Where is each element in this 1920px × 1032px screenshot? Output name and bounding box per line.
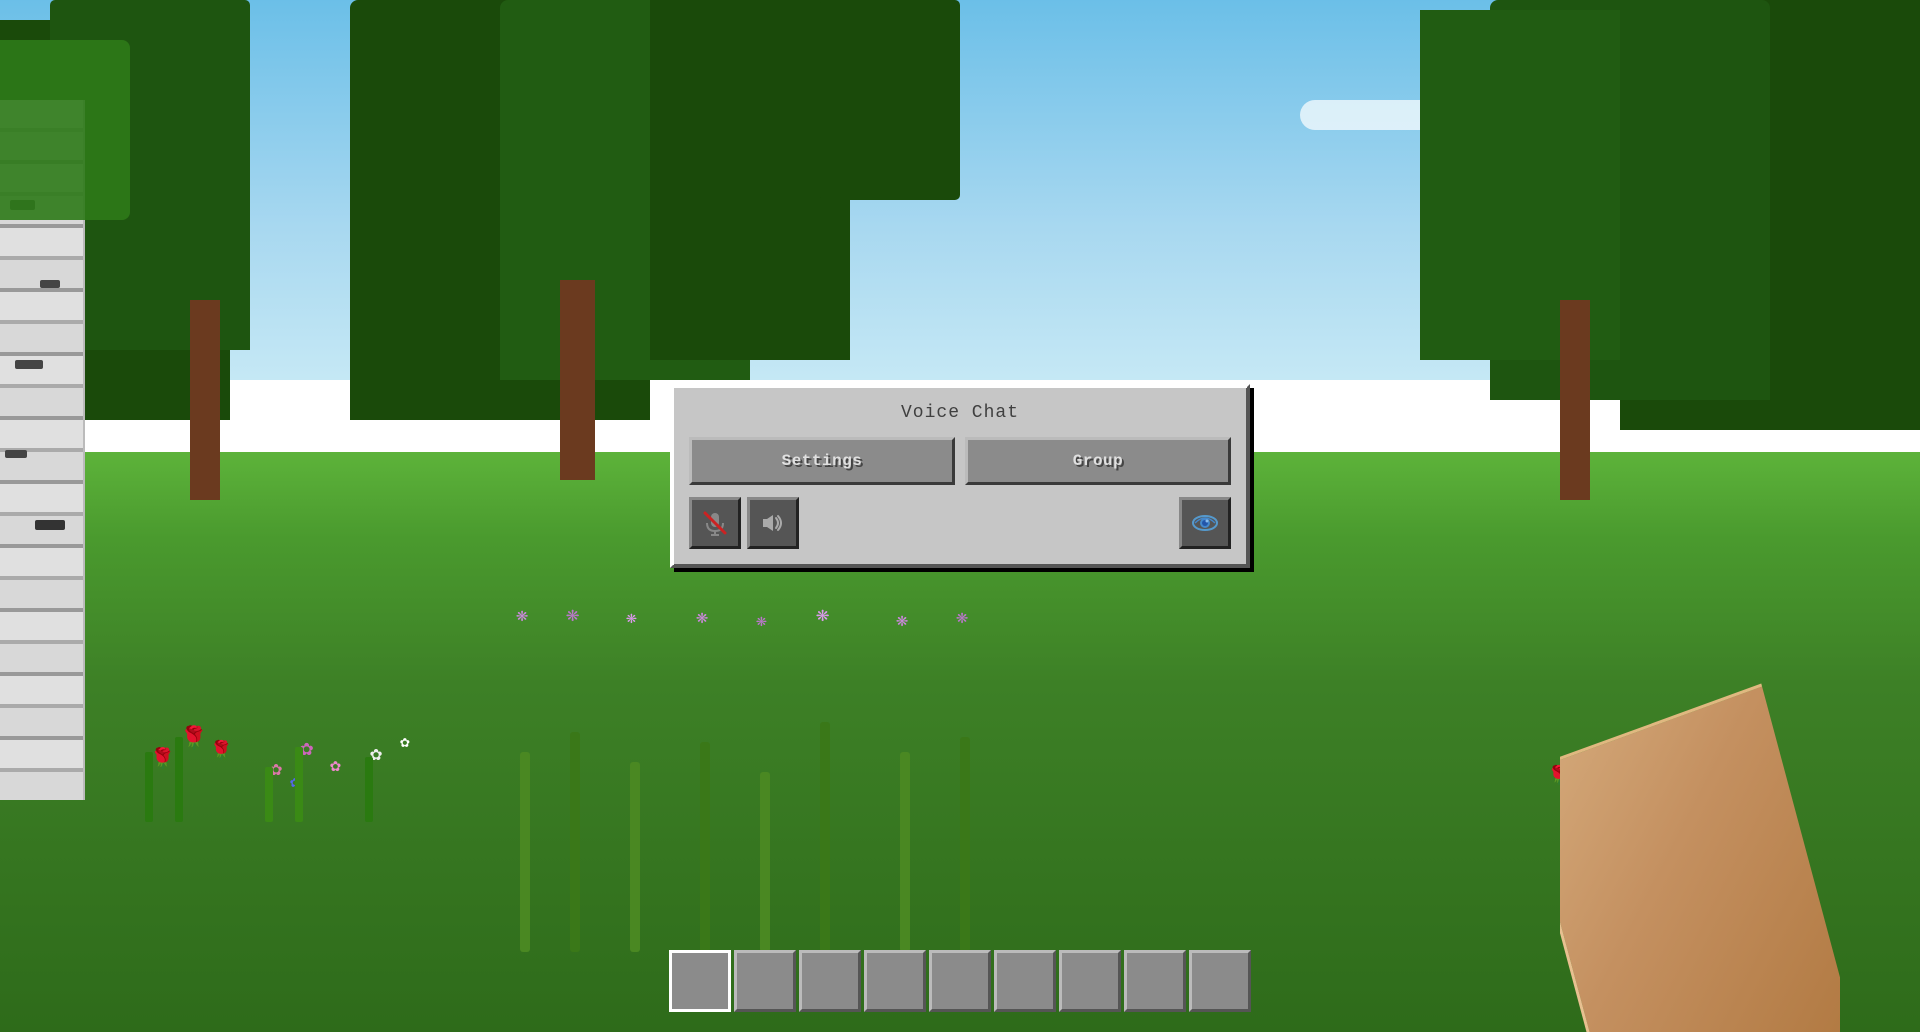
settings-button[interactable]: Settings xyxy=(689,437,955,485)
modal-icons-row xyxy=(689,497,1231,549)
modal-buttons-row: Settings Group xyxy=(689,437,1231,485)
mic-muted-icon xyxy=(701,509,729,537)
group-button[interactable]: Group xyxy=(965,437,1231,485)
visibility-button[interactable] xyxy=(1179,497,1231,549)
speaker-button[interactable] xyxy=(747,497,799,549)
speaker-icon xyxy=(759,509,787,537)
modal-title: Voice Chat xyxy=(689,403,1231,423)
modal-overlay: Voice Chat Settings Group xyxy=(0,0,1920,1032)
voice-chat-modal: Voice Chat Settings Group xyxy=(670,384,1250,568)
eye-icon xyxy=(1191,509,1219,537)
mic-mute-button[interactable] xyxy=(689,497,741,549)
